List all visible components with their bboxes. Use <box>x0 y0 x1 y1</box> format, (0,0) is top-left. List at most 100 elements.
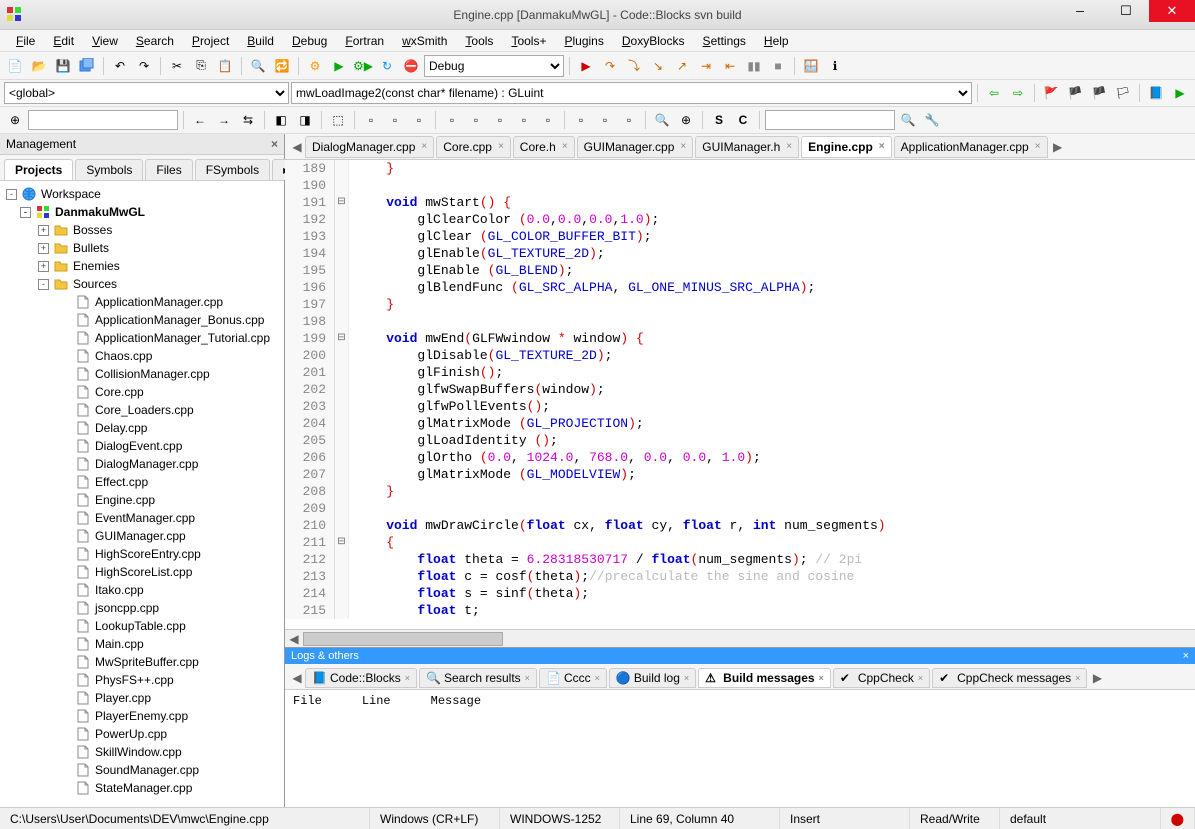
menu-fortran[interactable]: Fortran <box>337 32 392 50</box>
new-file-icon[interactable]: 📄 <box>4 55 26 77</box>
tool7-icon[interactable]: ▫ <box>513 109 535 131</box>
step-into-icon[interactable]: ↘ <box>647 55 669 77</box>
step-instr-icon[interactable]: ⇤ <box>719 55 741 77</box>
editor-tab[interactable]: GUIManager.h× <box>695 136 799 158</box>
tree-item[interactable]: ApplicationManager_Tutorial.cpp <box>2 329 282 347</box>
logs-body[interactable]: File Line Message <box>285 690 1195 807</box>
logtab-prev-icon[interactable]: ◀ <box>289 671 305 685</box>
debug-windows-icon[interactable]: 🪟 <box>800 55 822 77</box>
tab-close-icon[interactable]: × <box>1035 141 1041 152</box>
editor-tab[interactable]: GUIManager.cpp× <box>577 136 694 158</box>
mgmt-tab-fsymbols[interactable]: FSymbols <box>195 159 270 180</box>
tree-item[interactable]: Chaos.cpp <box>2 347 282 365</box>
tree-item[interactable]: HighScoreList.cpp <box>2 563 282 581</box>
rebuild-icon[interactable]: ↻ <box>376 55 398 77</box>
tree-item[interactable]: HighScoreEntry.cpp <box>2 545 282 563</box>
tree-item[interactable]: Player.cpp <box>2 689 282 707</box>
tree-item[interactable]: Engine.cpp <box>2 491 282 509</box>
build-icon[interactable]: ⚙ <box>304 55 326 77</box>
tree-item[interactable]: LookupTable.cpp <box>2 617 282 635</box>
tree-item[interactable]: Delay.cpp <box>2 419 282 437</box>
tool1-icon[interactable]: ▫ <box>360 109 382 131</box>
goto-input[interactable] <box>28 110 178 130</box>
tool11-icon[interactable]: ▫ <box>618 109 640 131</box>
tree-item[interactable]: +Bosses <box>2 221 282 239</box>
search-opt-icon[interactable]: 🔧 <box>921 109 943 131</box>
editor-tab[interactable]: Core.cpp× <box>436 136 511 158</box>
logtab-close-icon[interactable]: × <box>525 673 530 683</box>
function-select[interactable]: mwLoadImage2(const char* filename) : GLu… <box>291 82 972 104</box>
nav-fwd-icon[interactable]: → <box>213 109 235 131</box>
tree-item[interactable]: MwSpriteBuffer.cpp <box>2 653 282 671</box>
redo-icon[interactable]: ↷ <box>133 55 155 77</box>
menu-project[interactable]: Project <box>184 32 237 50</box>
menu-view[interactable]: View <box>84 32 126 50</box>
minimize-button[interactable]: — <box>1057 0 1103 22</box>
abort-icon[interactable]: ⛔ <box>400 55 422 77</box>
save-icon[interactable]: 💾 <box>52 55 74 77</box>
editor-tab[interactable]: DialogManager.cpp× <box>305 136 434 158</box>
menu-tools+[interactable]: Tools+ <box>503 32 554 50</box>
tab-close-icon[interactable]: × <box>421 141 427 152</box>
jump-icon[interactable]: ⊕ <box>4 109 26 131</box>
logtab-next-icon[interactable]: ▶ <box>1089 671 1105 685</box>
menu-build[interactable]: Build <box>239 32 282 50</box>
tool9-icon[interactable]: ▫ <box>570 109 592 131</box>
run-icon[interactable]: ▶ <box>328 55 350 77</box>
tool8-icon[interactable]: ▫ <box>537 109 559 131</box>
tree-item[interactable]: Core_Loaders.cpp <box>2 401 282 419</box>
tool6-icon[interactable]: ▫ <box>489 109 511 131</box>
tab-close-icon[interactable]: × <box>562 141 568 152</box>
tree-item[interactable]: DialogManager.cpp <box>2 455 282 473</box>
tree-item[interactable]: PowerUp.cpp <box>2 725 282 743</box>
editor-tab[interactable]: Core.h× <box>513 136 575 158</box>
mgmt-tab-symbols[interactable]: Symbols <box>75 159 143 180</box>
log-tab[interactable]: 🔵Build log× <box>609 668 696 688</box>
logs-close-icon[interactable]: × <box>1183 650 1189 662</box>
log-tab[interactable]: ✔CppCheck messages× <box>932 668 1087 688</box>
tree-item[interactable]: +Bullets <box>2 239 282 257</box>
tab-close-icon[interactable]: × <box>680 141 686 152</box>
nav-back-icon[interactable]: ← <box>189 109 211 131</box>
tree-item[interactable]: -Sources <box>2 275 282 293</box>
log-tab[interactable]: 📄Cccc× <box>539 668 607 688</box>
copy-icon[interactable]: ⎘ <box>190 55 212 77</box>
tab-close-icon[interactable]: × <box>498 141 504 152</box>
tree-item[interactable]: EventManager.cpp <box>2 509 282 527</box>
tree-item[interactable]: SkillWindow.cpp <box>2 743 282 761</box>
regex-c-icon[interactable]: C <box>732 109 754 131</box>
tree-item[interactable]: PhysFS++.cpp <box>2 671 282 689</box>
nav-last-icon[interactable]: ⇆ <box>237 109 259 131</box>
tree-item[interactable]: ApplicationManager.cpp <box>2 293 282 311</box>
tool2-icon[interactable]: ▫ <box>384 109 406 131</box>
logtab-close-icon[interactable]: × <box>918 673 923 683</box>
break-icon[interactable]: ▮▮ <box>743 55 765 77</box>
logtab-close-icon[interactable]: × <box>595 673 600 683</box>
log-tab[interactable]: ✔CppCheck× <box>833 668 930 688</box>
log-tab[interactable]: ⚠Build messages× <box>698 668 831 688</box>
paste-icon[interactable]: 📋 <box>214 55 236 77</box>
tool3-icon[interactable]: ▫ <box>408 109 430 131</box>
run-to-cursor-icon[interactable]: ↷ <box>599 55 621 77</box>
tree-item[interactable]: Effect.cpp <box>2 473 282 491</box>
log-tab[interactable]: 🔍Search results× <box>419 668 537 688</box>
menu-search[interactable]: Search <box>128 32 182 50</box>
bookmark-clear-icon[interactable]: 🏳 <box>1112 82 1134 104</box>
search-go-icon[interactable]: 🔍 <box>897 109 919 131</box>
replace-icon[interactable]: 🔁 <box>271 55 293 77</box>
scope-select[interactable]: <global> <box>4 82 289 104</box>
logtab-close-icon[interactable]: × <box>819 673 824 683</box>
tool10-icon[interactable]: ▫ <box>594 109 616 131</box>
tree-item[interactable]: Main.cpp <box>2 635 282 653</box>
tree-item[interactable]: -Workspace <box>2 185 282 203</box>
zoom-in-icon[interactable]: ⊕ <box>675 109 697 131</box>
tree-item[interactable]: jsoncpp.cpp <box>2 599 282 617</box>
bookmark-prev-icon[interactable]: 🏴 <box>1064 82 1086 104</box>
next-instr-icon[interactable]: ⇥ <box>695 55 717 77</box>
menu-wxsmith[interactable]: wxSmith <box>394 32 455 50</box>
undo-icon[interactable]: ↶ <box>109 55 131 77</box>
zoom-fit-icon[interactable]: 🔍 <box>651 109 673 131</box>
back-icon[interactable]: ⇦ <box>983 82 1005 104</box>
tree-item[interactable]: PlayerEnemy.cpp <box>2 707 282 725</box>
regex-s-icon[interactable]: S <box>708 109 730 131</box>
